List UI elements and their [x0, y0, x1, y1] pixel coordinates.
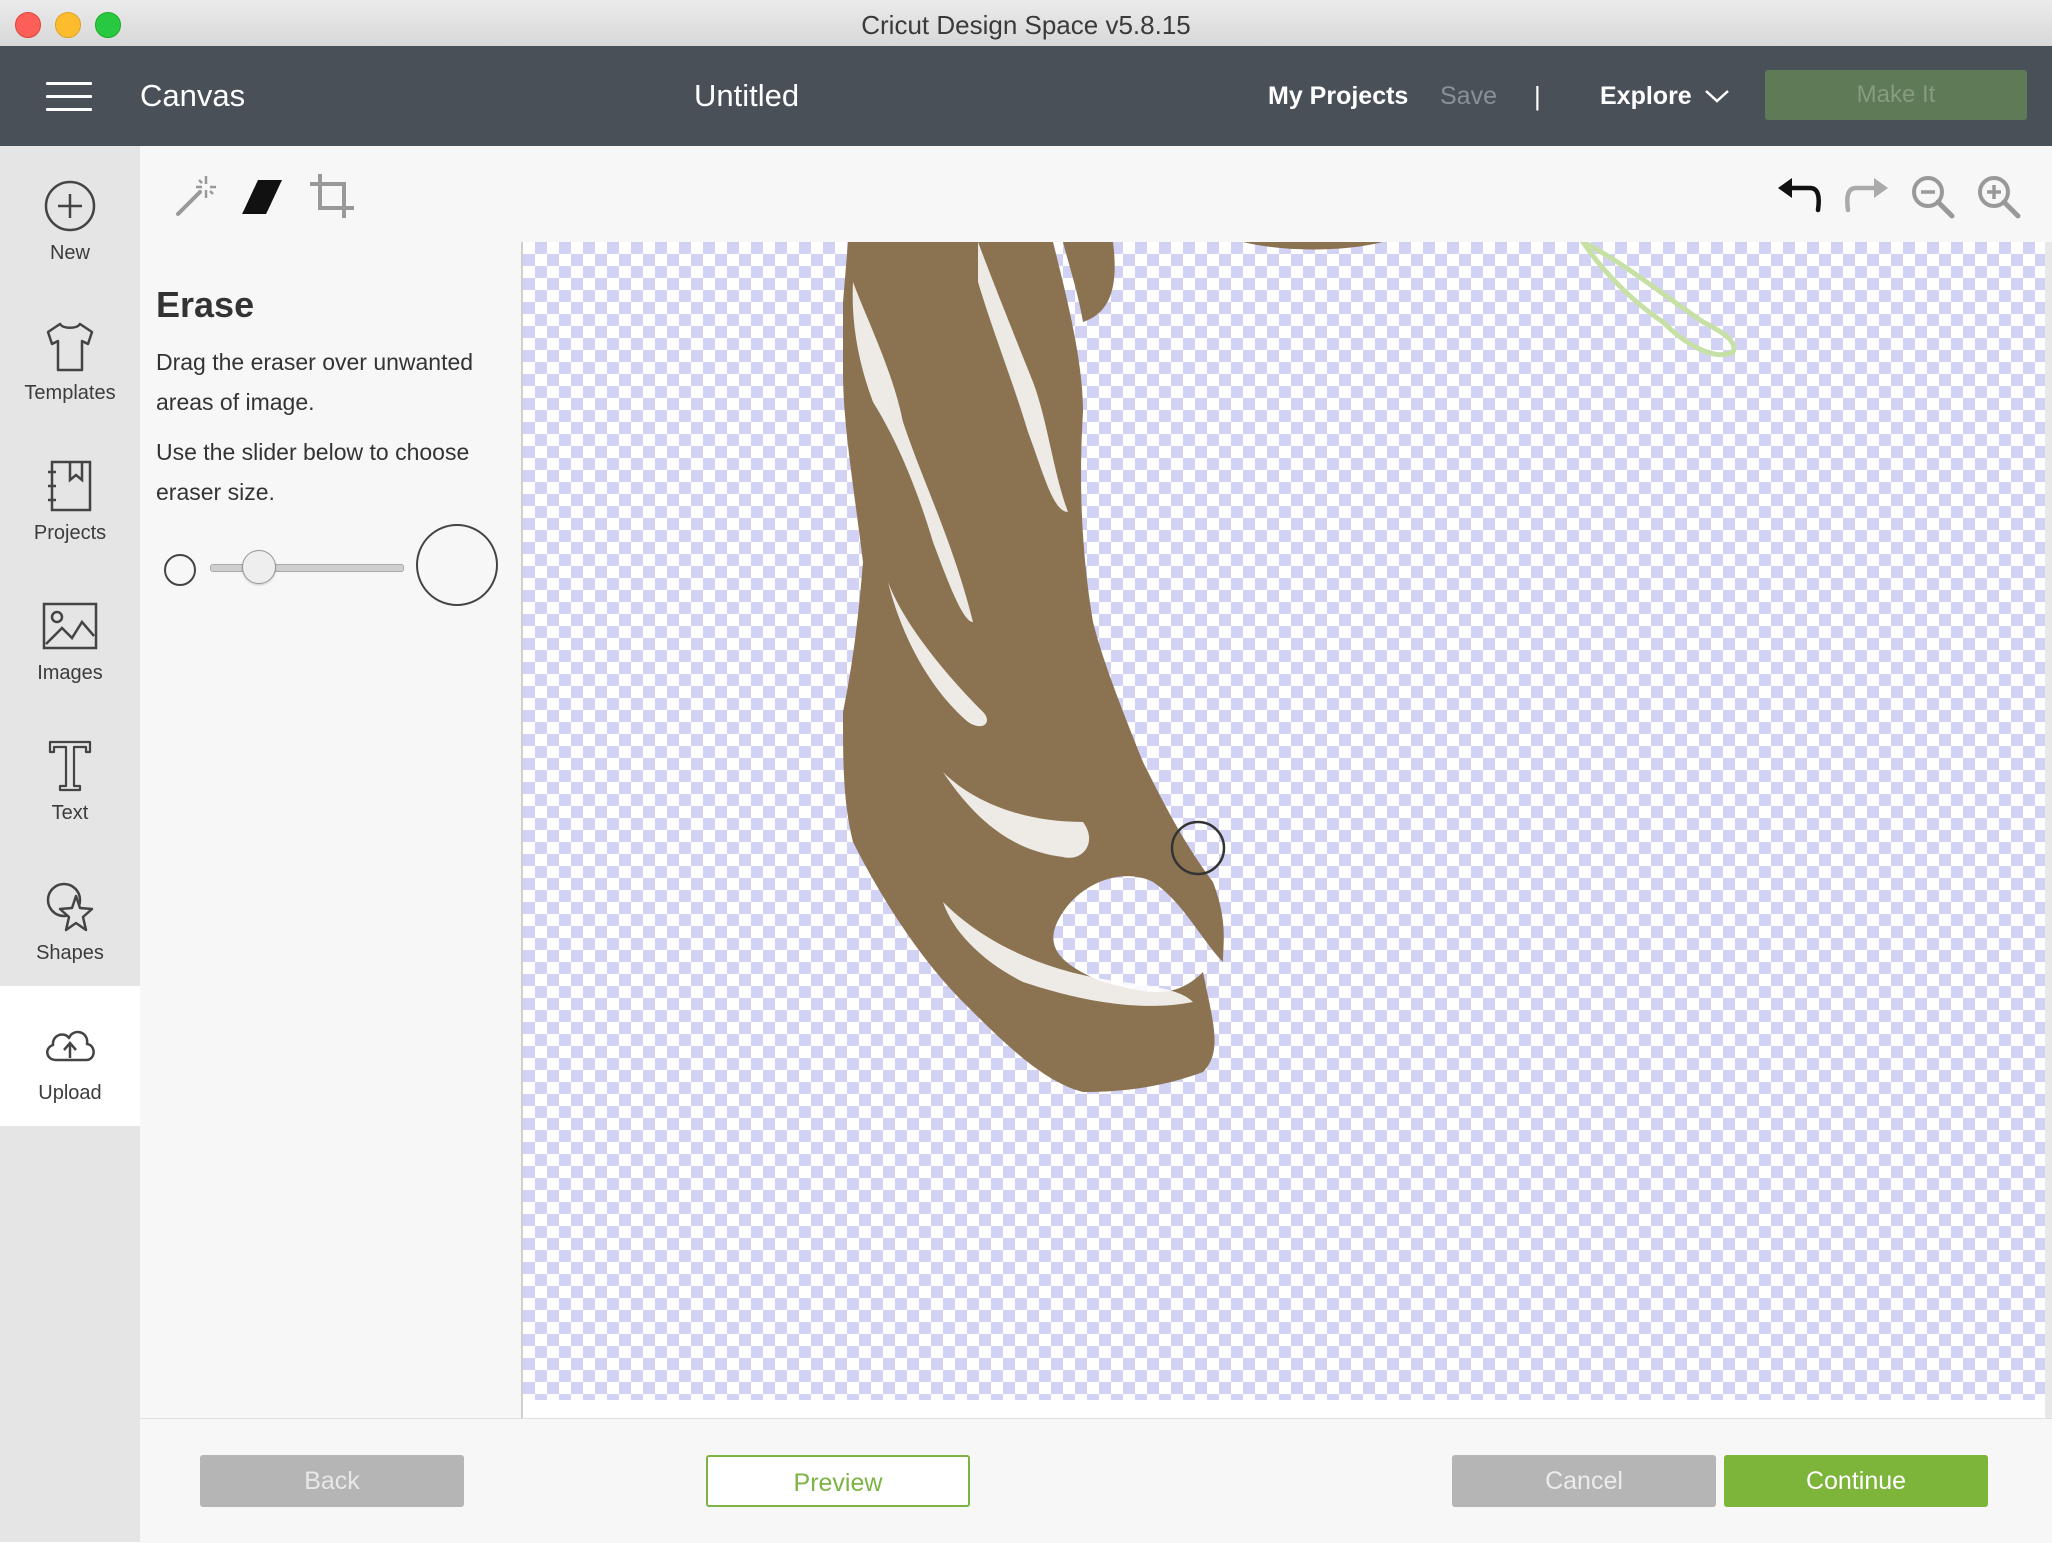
my-projects-link[interactable]: My Projects — [1268, 82, 1408, 111]
image-fragment-outline — [1579, 242, 1737, 358]
sidebar-label: Projects — [33, 522, 107, 544]
cancel-button[interactable]: Cancel — [1452, 1455, 1716, 1507]
redo-icon[interactable] — [1840, 170, 1892, 222]
cloud-upload-icon — [46, 1030, 95, 1062]
sidebar-item-shapes[interactable]: Shapes — [0, 846, 140, 986]
text-t-icon — [48, 740, 92, 792]
slider-instruction: Use the slider below to choose eraser si… — [156, 439, 470, 505]
back-button[interactable]: Back — [200, 1455, 464, 1507]
eraser-icon[interactable] — [238, 170, 290, 222]
undo-icon[interactable] — [1774, 170, 1826, 222]
sidebar-label: New — [49, 242, 90, 264]
section-title: Canvas — [140, 78, 246, 113]
shapes-icon — [46, 882, 94, 932]
vertical-scrollbar[interactable] — [2045, 242, 2052, 1418]
edit-toolbar — [140, 146, 2052, 243]
panel-title: Erase — [156, 284, 255, 325]
sidebar-item-projects[interactable]: Projects — [0, 426, 140, 566]
crop-icon[interactable] — [306, 170, 358, 222]
uploaded-image — [843, 242, 1737, 1092]
hamburger-menu-icon[interactable] — [46, 82, 92, 112]
zoom-out-icon[interactable] — [1906, 170, 1958, 222]
sidebar-label: Templates — [24, 382, 116, 404]
large-eraser-indicator — [416, 524, 498, 606]
window-title: Cricut Design Space v5.8.15 — [861, 10, 1191, 40]
sidebar-item-new[interactable]: New — [0, 146, 140, 286]
image-fragment — [1243, 242, 1383, 250]
zoom-in-icon[interactable] — [1972, 170, 2024, 222]
eraser-size-slider-thumb[interactable] — [242, 550, 276, 584]
sidebar-label: Upload — [38, 1082, 102, 1104]
footer-bar: Back Preview Cancel Continue — [140, 1418, 2052, 1543]
sidebar-label: Shapes — [36, 942, 104, 964]
continue-button[interactable]: Continue — [1724, 1455, 1988, 1507]
left-sidebar: New Templates Projects Images Text Shape… — [0, 146, 140, 1542]
image-canvas[interactable] — [523, 242, 2045, 1400]
plus-circle-icon — [44, 180, 96, 232]
small-eraser-indicator — [164, 554, 196, 586]
image-icon — [42, 602, 98, 650]
tshirt-icon — [46, 322, 94, 372]
sidebar-item-upload[interactable]: Upload — [0, 986, 140, 1126]
sidebar-item-text[interactable]: Text — [0, 706, 140, 846]
sidebar-item-images[interactable]: Images — [0, 566, 140, 706]
preview-button[interactable]: Preview — [706, 1455, 970, 1507]
save-link[interactable]: Save — [1440, 82, 1497, 111]
erase-instruction: Drag the eraser over unwanted areas of i… — [156, 349, 474, 415]
magic-wand-icon[interactable] — [170, 170, 222, 222]
projects-book-icon — [48, 460, 92, 512]
make-it-button[interactable]: Make It — [1765, 70, 2027, 120]
sidebar-label: Text — [51, 802, 89, 824]
header-divider: | — [1534, 81, 1541, 111]
sidebar-item-templates[interactable]: Templates — [0, 286, 140, 426]
eraser-size-slider[interactable] — [210, 564, 404, 572]
erase-panel: Erase Drag the eraser over unwanted area… — [140, 242, 523, 1418]
chevron-down-icon[interactable] — [1704, 88, 1730, 104]
document-title: Untitled — [694, 78, 800, 113]
window-titlebar: Cricut Design Space v5.8.15 — [0, 0, 2052, 47]
explore-menu[interactable]: Explore — [1600, 82, 1692, 111]
sidebar-label: Images — [37, 662, 103, 684]
app-header: Canvas Untitled My Projects Save | Explo… — [0, 46, 2052, 146]
